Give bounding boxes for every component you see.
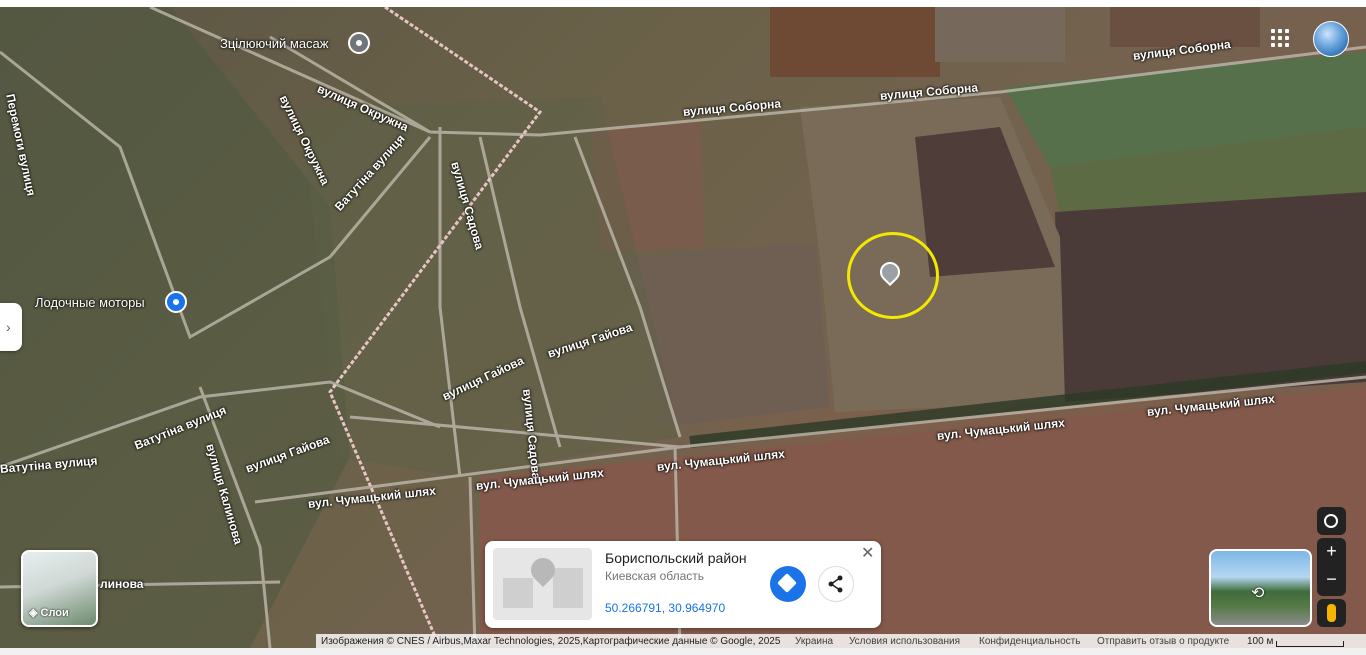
scale-label[interactable]: 100 м [1247,636,1273,647]
field-plot [935,7,1065,62]
share-button[interactable] [818,566,854,602]
rotate-360-icon: ⟲ [1251,585,1265,602]
place-coordinates[interactable]: 50.266791, 30.964970 [605,601,725,615]
imagery-attribution: Изображения © CNES / Airbus,Maxar Techno… [321,636,781,647]
place-subtitle: Киевская область [605,569,705,583]
pegman-icon [1327,604,1336,622]
directions-icon [777,573,797,593]
street-view-pegman[interactable] [1317,599,1346,627]
shop-pin-icon[interactable] [165,291,187,313]
google-apps-icon[interactable] [1271,29,1291,49]
share-icon [828,575,843,593]
expand-side-panel-button[interactable]: › [0,303,22,351]
place-thumbnail[interactable] [493,548,592,620]
layers-label: Слои [40,607,69,619]
account-avatar[interactable] [1313,21,1349,57]
street-view-preview[interactable]: ⟲ [1209,549,1312,627]
zoom-in-button[interactable]: + [1317,541,1346,562]
street-label: линова [100,577,144,591]
terms-link[interactable]: Условия использования [849,636,960,647]
directions-button[interactable] [770,566,806,602]
field-plot [1110,7,1260,47]
poi-label[interactable]: Лодочные моторы [35,295,145,310]
place-pin-icon[interactable] [348,32,370,54]
layers-button[interactable]: ◈ Слои [21,550,98,627]
poi-label[interactable]: Зцілюючий масаж [220,36,329,51]
country-link[interactable]: Украина [795,636,833,647]
map-footer: Изображения © CNES / Airbus,Maxar Techno… [316,634,1366,649]
chevron-right-icon: › [6,319,11,335]
bottom-edge [0,648,1366,655]
place-card[interactable]: Бориспольский район Киевская область 50.… [485,541,881,628]
zoom-controls[interactable]: + − [1317,538,1346,596]
my-location-button[interactable] [1317,507,1346,535]
layers-icon: ◈ [29,607,41,619]
field-plot [770,7,940,77]
place-title: Бориспольский район [605,550,747,566]
scale-bar [1276,641,1344,647]
close-card-button[interactable]: ✕ [861,543,874,563]
zoom-out-button[interactable]: − [1317,569,1346,590]
feedback-link[interactable]: Отправить отзыв о продукте [1097,636,1229,647]
location-target-icon [1324,514,1338,528]
privacy-link[interactable]: Конфиденциальность [979,636,1080,647]
top-edge [0,0,1366,7]
